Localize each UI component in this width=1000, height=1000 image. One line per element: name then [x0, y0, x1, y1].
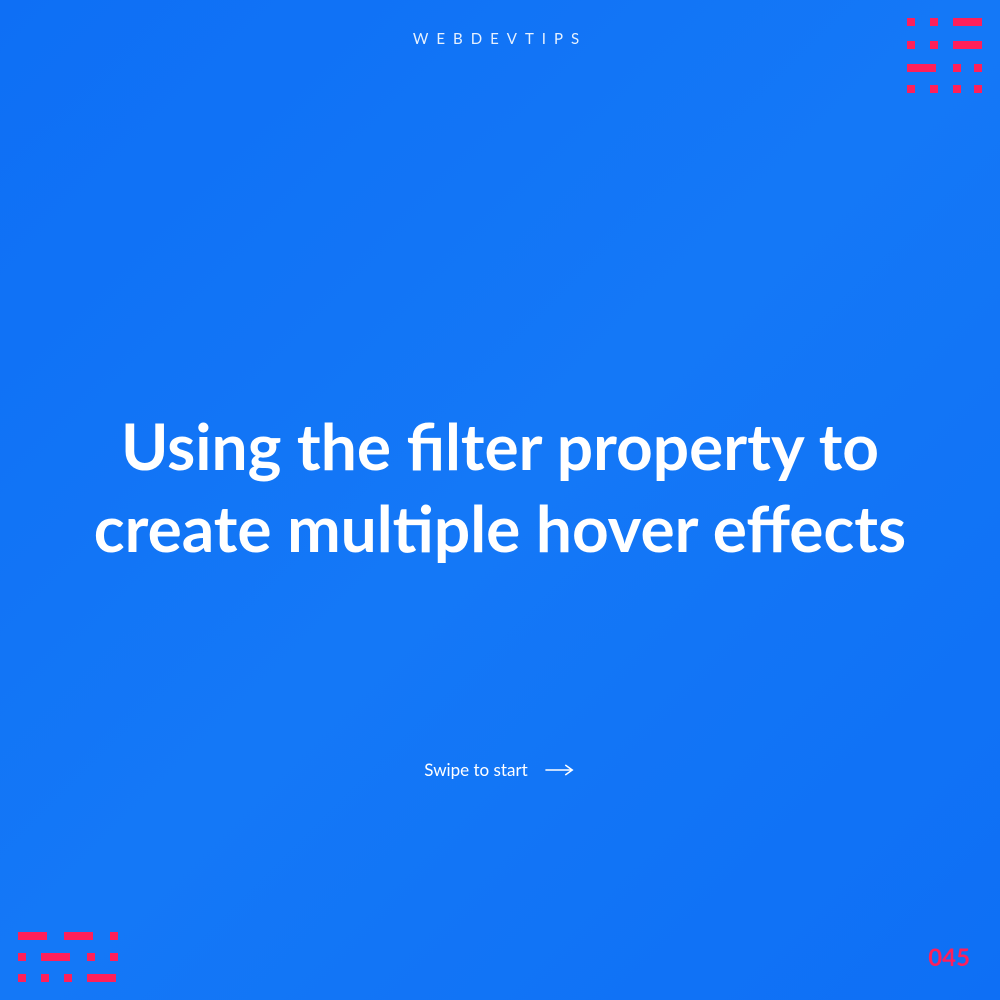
brand-label: WEBDEVTIPS — [413, 30, 587, 48]
swipe-cta[interactable]: Swipe to start — [424, 759, 575, 780]
page-title: Using the filter property to create mult… — [50, 405, 950, 569]
decoration-top-right-icon — [907, 18, 982, 93]
page-number: 045 — [928, 943, 970, 972]
decoration-bottom-left-icon — [18, 932, 123, 982]
swipe-label: Swipe to start — [424, 759, 527, 780]
arrow-right-icon — [546, 764, 576, 776]
